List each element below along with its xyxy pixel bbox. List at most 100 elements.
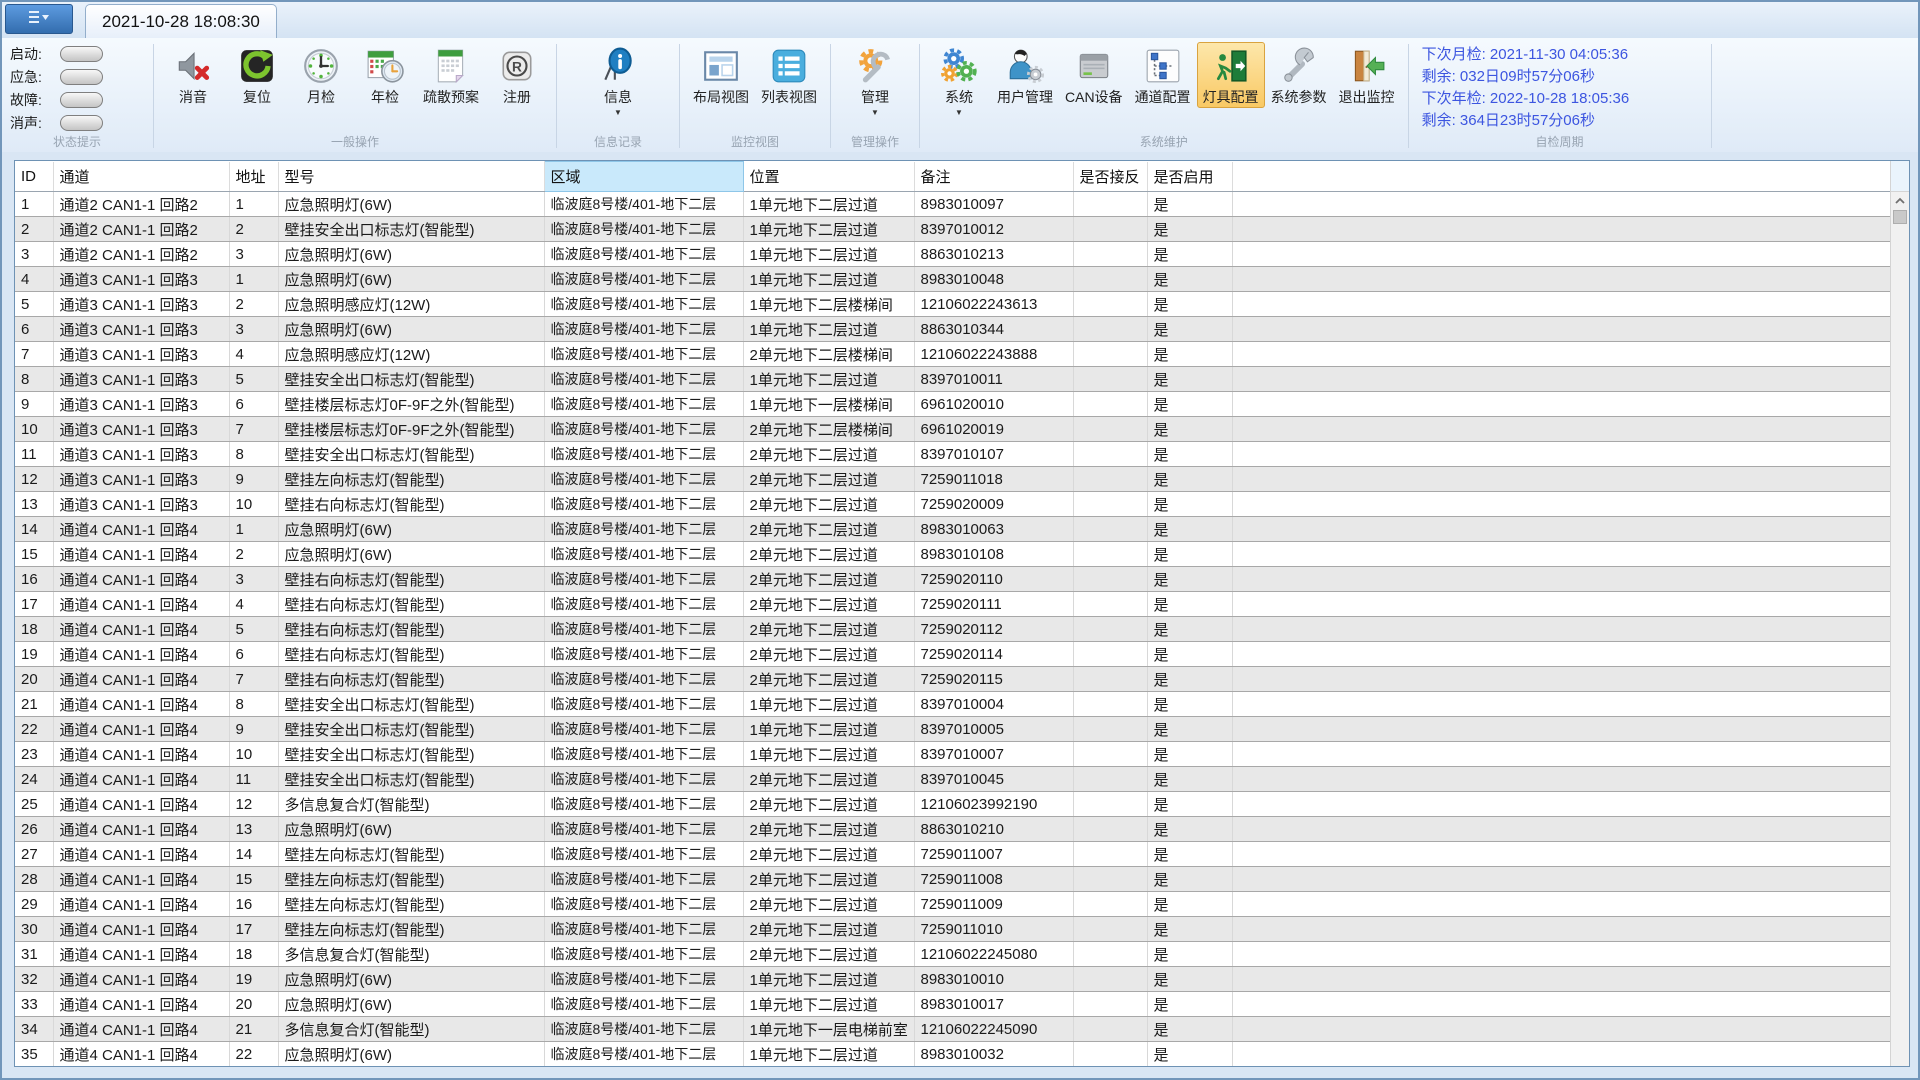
layout-view-button[interactable]: 布局视图 xyxy=(687,42,755,108)
col-header-reversed[interactable]: 是否接反 xyxy=(1073,162,1147,192)
app-menu-button[interactable] xyxy=(5,4,73,34)
table-row[interactable]: 29通道4 CAN1-1 回路416壁挂左向标志灯(智能型)临波庭8号楼/401… xyxy=(15,892,1891,917)
cell-filler xyxy=(1232,817,1891,842)
annual-check-button[interactable]: 年检 xyxy=(353,42,417,108)
info-dropdown-button[interactable]: 信息 ▼ xyxy=(586,42,650,118)
cell-enabled: 是 xyxy=(1147,717,1232,742)
mute-button[interactable]: 消音 xyxy=(161,42,225,108)
group-general: 消音 复位 月检 年检 疏散预案 xyxy=(155,40,555,152)
can-device-button[interactable]: CAN设备 xyxy=(1059,42,1129,108)
system-dropdown-button[interactable]: 系统 ▼ xyxy=(927,42,991,118)
cell-id: 26 xyxy=(15,817,53,842)
scrollbar-thumb[interactable] xyxy=(1893,210,1907,224)
table-row[interactable]: 13通道3 CAN1-1 回路310壁挂右向标志灯(智能型)临波庭8号楼/401… xyxy=(15,492,1891,517)
table-row[interactable]: 7通道3 CAN1-1 回路34应急照明感应灯(12W)临波庭8号楼/401-地… xyxy=(15,342,1891,367)
cell-enabled: 是 xyxy=(1147,617,1232,642)
table-row[interactable]: 18通道4 CAN1-1 回路45壁挂右向标志灯(智能型)临波庭8号楼/401-… xyxy=(15,617,1891,642)
table-row[interactable]: 32通道4 CAN1-1 回路419应急照明灯(6W)临波庭8号楼/401-地下… xyxy=(15,967,1891,992)
cell-area: 临波庭8号楼/401-地下二层 xyxy=(544,367,743,392)
table-row[interactable]: 16通道4 CAN1-1 回路43壁挂右向标志灯(智能型)临波庭8号楼/401-… xyxy=(15,567,1891,592)
table-row[interactable]: 12通道3 CAN1-1 回路39壁挂左向标志灯(智能型)临波庭8号楼/401-… xyxy=(15,467,1891,492)
table-row[interactable]: 35通道4 CAN1-1 回路422应急照明灯(6W)临波庭8号楼/401-地下… xyxy=(15,1042,1891,1067)
register-button[interactable]: R 注册 xyxy=(485,42,549,108)
col-header-remark[interactable]: 备注 xyxy=(914,162,1073,192)
cell-filler xyxy=(1232,1042,1891,1067)
table-row[interactable]: 17通道4 CAN1-1 回路44壁挂右向标志灯(智能型)临波庭8号楼/401-… xyxy=(15,592,1891,617)
cell-enabled: 是 xyxy=(1147,317,1232,342)
col-header-id[interactable]: ID xyxy=(15,162,53,192)
cell-filler xyxy=(1232,392,1891,417)
table-row[interactable]: 1通道2 CAN1-1 回路21应急照明灯(6W)临波庭8号楼/401-地下二层… xyxy=(15,192,1891,217)
cell-area: 临波庭8号楼/401-地下二层 xyxy=(544,792,743,817)
cell-address: 1 xyxy=(229,517,278,542)
status-label: 启动: xyxy=(10,44,56,64)
table-row[interactable]: 33通道4 CAN1-1 回路420应急照明灯(6W)临波庭8号楼/401-地下… xyxy=(15,992,1891,1017)
cell-filler xyxy=(1232,542,1891,567)
group-separator xyxy=(1711,44,1712,148)
col-header-address[interactable]: 地址 xyxy=(229,162,278,192)
table-row[interactable]: 27通道4 CAN1-1 回路414壁挂左向标志灯(智能型)临波庭8号楼/401… xyxy=(15,842,1891,867)
table-row[interactable]: 23通道4 CAN1-1 回路410壁挂安全出口标志灯(智能型)临波庭8号楼/4… xyxy=(15,742,1891,767)
reset-button[interactable]: 复位 xyxy=(225,42,289,108)
table-row[interactable]: 3通道2 CAN1-1 回路23应急照明灯(6W)临波庭8号楼/401-地下二层… xyxy=(15,242,1891,267)
cell-id: 34 xyxy=(15,1017,53,1042)
user-management-button[interactable]: 用户管理 xyxy=(991,42,1059,108)
table-row[interactable]: 8通道3 CAN1-1 回路35壁挂安全出口标志灯(智能型)临波庭8号楼/401… xyxy=(15,367,1891,392)
table-row[interactable]: 15通道4 CAN1-1 回路42应急照明灯(6W)临波庭8号楼/401-地下二… xyxy=(15,542,1891,567)
table-row[interactable]: 21通道4 CAN1-1 回路48壁挂安全出口标志灯(智能型)临波庭8号楼/40… xyxy=(15,692,1891,717)
cell-area: 临波庭8号楼/401-地下二层 xyxy=(544,417,743,442)
table-row[interactable]: 24通道4 CAN1-1 回路411壁挂安全出口标志灯(智能型)临波庭8号楼/4… xyxy=(15,767,1891,792)
table-row[interactable]: 31通道4 CAN1-1 回路418多信息复合灯(智能型)临波庭8号楼/401-… xyxy=(15,942,1891,967)
table-row[interactable]: 6通道3 CAN1-1 回路33应急照明灯(6W)临波庭8号楼/401-地下二层… xyxy=(15,317,1891,342)
table-row[interactable]: 10通道3 CAN1-1 回路37壁挂楼层标志灯0F-9F之外(智能型)临波庭8… xyxy=(15,417,1891,442)
table-row[interactable]: 30通道4 CAN1-1 回路417壁挂左向标志灯(智能型)临波庭8号楼/401… xyxy=(15,917,1891,942)
col-header-model[interactable]: 型号 xyxy=(278,162,544,192)
cell-filler xyxy=(1232,367,1891,392)
table-row[interactable]: 19通道4 CAN1-1 回路46壁挂右向标志灯(智能型)临波庭8号楼/401-… xyxy=(15,642,1891,667)
table-row[interactable]: 14通道4 CAN1-1 回路41应急照明灯(6W)临波庭8号楼/401-地下二… xyxy=(15,517,1891,542)
cell-model: 壁挂安全出口标志灯(智能型) xyxy=(278,742,544,767)
table-row[interactable]: 34通道4 CAN1-1 回路421多信息复合灯(智能型)临波庭8号楼/401-… xyxy=(15,1017,1891,1042)
cell-enabled: 是 xyxy=(1147,1042,1232,1067)
vertical-scrollbar[interactable] xyxy=(1890,161,1909,1066)
cell-channel: 通道3 CAN1-1 回路3 xyxy=(53,492,229,517)
wrench-icon xyxy=(1280,47,1318,85)
cell-location: 1单元地下二层过道 xyxy=(743,992,914,1017)
col-header-location[interactable]: 位置 xyxy=(743,162,914,192)
lamp-config-button[interactable]: 灯具配置 xyxy=(1197,42,1265,108)
table-row[interactable]: 4通道3 CAN1-1 回路31应急照明灯(6W)临波庭8号楼/401-地下二层… xyxy=(15,267,1891,292)
table-row[interactable]: 25通道4 CAN1-1 回路412多信息复合灯(智能型)临波庭8号楼/401-… xyxy=(15,792,1891,817)
monthly-check-button[interactable]: 月检 xyxy=(289,42,353,108)
tab-title: 2021-10-28 18:08:30 xyxy=(102,12,260,32)
cell-location: 1单元地下二层过道 xyxy=(743,717,914,742)
system-params-button[interactable]: 系统参数 xyxy=(1265,42,1333,108)
table-row[interactable]: 5通道3 CAN1-1 回路32应急照明感应灯(12W)临波庭8号楼/401-地… xyxy=(15,292,1891,317)
info-icon xyxy=(599,47,637,85)
table-row[interactable]: 9通道3 CAN1-1 回路36壁挂楼层标志灯0F-9F之外(智能型)临波庭8号… xyxy=(15,392,1891,417)
table-row[interactable]: 2通道2 CAN1-1 回路22壁挂安全出口标志灯(智能型)临波庭8号楼/401… xyxy=(15,217,1891,242)
table-row[interactable]: 22通道4 CAN1-1 回路49壁挂安全出口标志灯(智能型)临波庭8号楼/40… xyxy=(15,717,1891,742)
group-label-views: 监控视图 xyxy=(681,134,829,152)
cell-filler xyxy=(1232,217,1891,242)
cell-id: 15 xyxy=(15,542,53,567)
tab-datetime[interactable]: 2021-10-28 18:08:30 xyxy=(85,4,277,38)
menu-list-icon xyxy=(26,9,52,30)
col-header-channel[interactable]: 通道 xyxy=(53,162,229,192)
channel-config-button[interactable]: 通道配置 xyxy=(1129,42,1197,108)
col-header-enabled[interactable]: 是否启用 xyxy=(1147,162,1232,192)
col-header-area[interactable]: 区域 xyxy=(544,162,743,192)
table-row[interactable]: 28通道4 CAN1-1 回路415壁挂左向标志灯(智能型)临波庭8号楼/401… xyxy=(15,867,1891,892)
cell-location: 2单元地下二层过道 xyxy=(743,617,914,642)
table-row[interactable]: 20通道4 CAN1-1 回路47壁挂右向标志灯(智能型)临波庭8号楼/401-… xyxy=(15,667,1891,692)
list-view-button[interactable]: 列表视图 xyxy=(755,42,823,108)
table-row[interactable]: 11通道3 CAN1-1 回路38壁挂安全出口标志灯(智能型)临波庭8号楼/40… xyxy=(15,442,1891,467)
table-row[interactable]: 26通道4 CAN1-1 回路413应急照明灯(6W)临波庭8号楼/401-地下… xyxy=(15,817,1891,842)
cell-model: 壁挂右向标志灯(智能型) xyxy=(278,667,544,692)
cell-model: 壁挂安全出口标志灯(智能型) xyxy=(278,217,544,242)
cell-reversed xyxy=(1073,1042,1147,1067)
evacuation-plan-button[interactable]: 疏散预案 xyxy=(417,42,485,108)
manage-dropdown-button[interactable]: 管理 ▼ xyxy=(843,42,907,118)
exit-monitor-button[interactable]: 退出监控 xyxy=(1333,42,1401,108)
group-separator xyxy=(679,44,680,148)
scroll-up-button[interactable] xyxy=(1891,192,1909,210)
